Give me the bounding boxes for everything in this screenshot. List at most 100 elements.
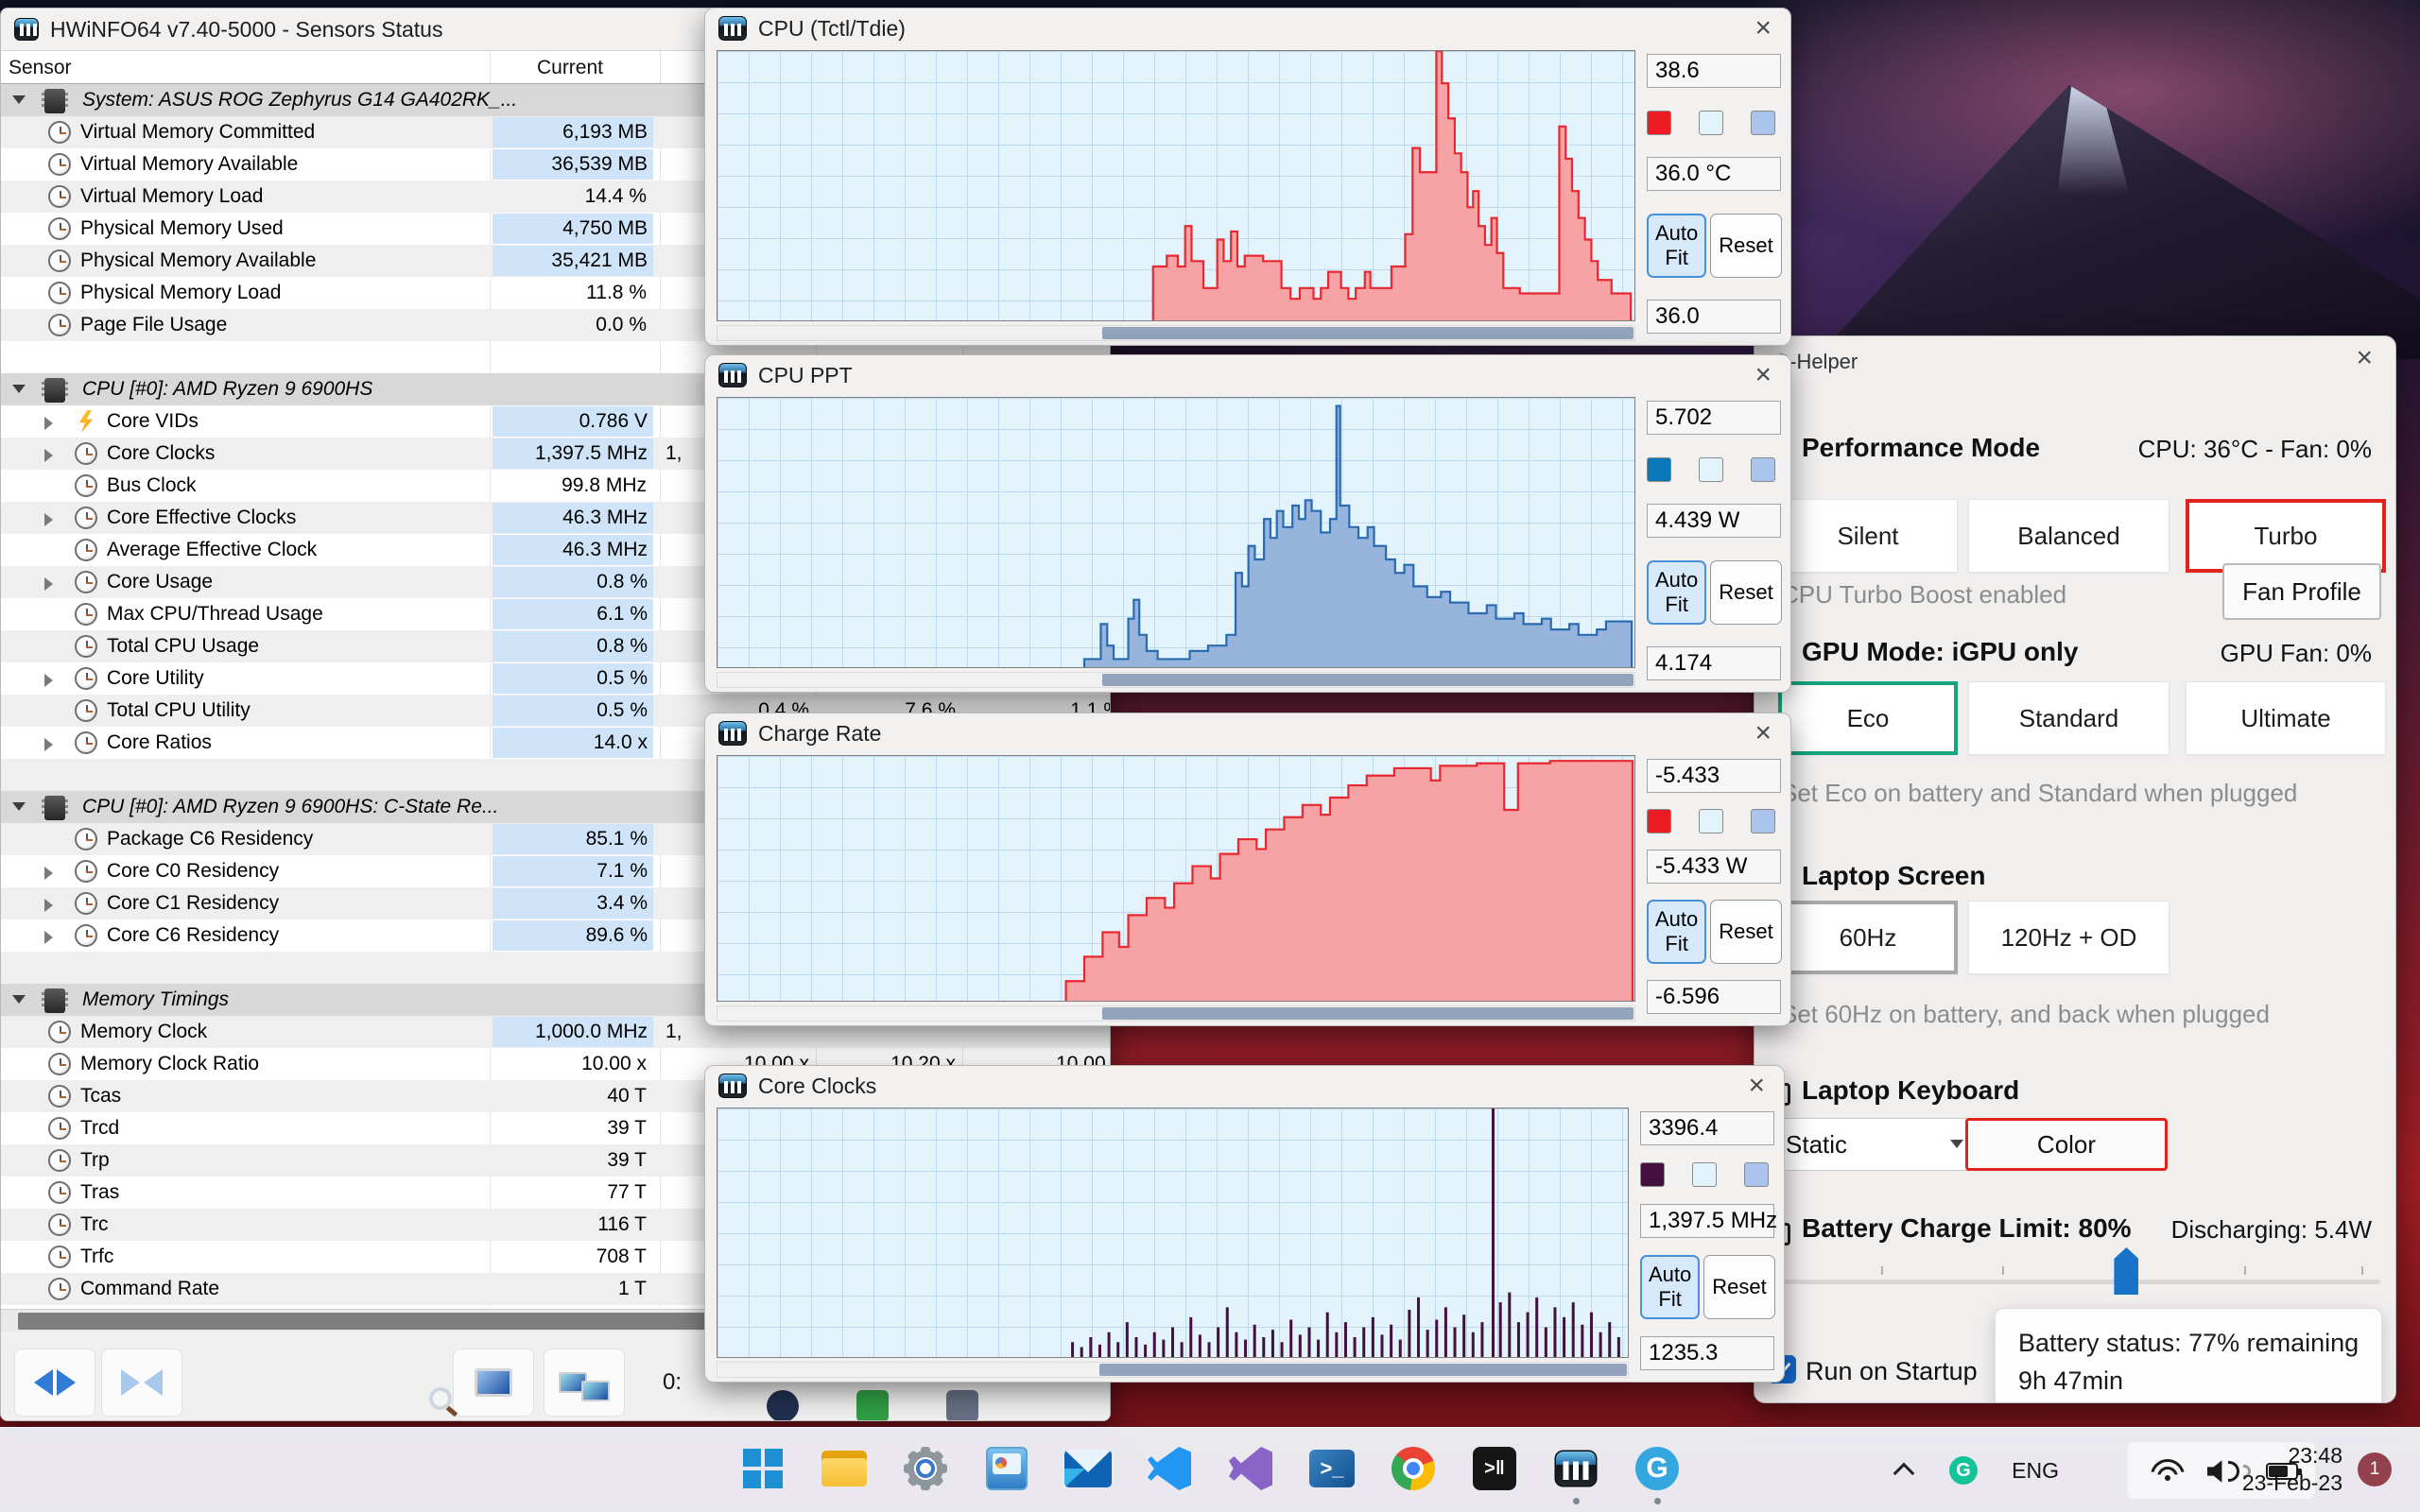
series-color-swatch[interactable]: [1640, 1162, 1665, 1187]
grid-color-swatch[interactable]: [1744, 1162, 1769, 1187]
taskbar-icon-terminal[interactable]: >ǁ: [1467, 1441, 1522, 1496]
sensor-value-highlighted: 0.8 %: [493, 631, 653, 662]
toolbar-clock-icon[interactable]: [767, 1390, 799, 1420]
battery-limit-slider[interactable]: [1775, 1247, 2380, 1295]
taskbar-icon-visualstudio[interactable]: [1223, 1441, 1278, 1496]
graph-scrollbar[interactable]: [717, 325, 1635, 341]
graph-color-swatches[interactable]: [1647, 456, 1781, 482]
grid-color-swatch[interactable]: [1751, 110, 1775, 135]
graph-max-value: 5.702: [1647, 401, 1781, 435]
perf-mode-silent-button[interactable]: Silent: [1778, 499, 1958, 573]
series-color-swatch[interactable]: [1647, 809, 1671, 833]
graph-plot-area[interactable]: [717, 755, 1635, 1002]
auto-fit-button[interactable]: Auto Fit: [1647, 213, 1707, 278]
keyboard-backlight-dropdown[interactable]: Static: [1775, 1118, 1978, 1171]
toolbar-settings-icon[interactable]: [946, 1390, 978, 1420]
grid-color-swatch[interactable]: [1751, 456, 1775, 482]
expand-chevron-icon[interactable]: [12, 385, 26, 393]
perf-mode-balanced-button[interactable]: Balanced: [1968, 499, 2169, 573]
graph-plot-area[interactable]: [717, 50, 1635, 321]
background-color-swatch[interactable]: [1699, 456, 1723, 482]
expand-chevron-icon[interactable]: [44, 513, 53, 526]
column-header-current[interactable]: Current: [490, 57, 631, 79]
expand-chevron-icon[interactable]: [44, 449, 53, 462]
system-summary-button[interactable]: [429, 1349, 534, 1417]
graph-close-icon[interactable]: ×: [1749, 361, 1777, 389]
taskbar-icon-ghelper[interactable]: G: [1630, 1441, 1685, 1504]
expand-chevron-icon[interactable]: [44, 899, 53, 912]
keyboard-color-button[interactable]: Color: [1965, 1118, 2168, 1171]
expand-chevron-icon[interactable]: [12, 802, 26, 811]
auto-fit-button[interactable]: Auto Fit: [1647, 559, 1707, 625]
expand-chevron-icon[interactable]: [44, 417, 53, 430]
expand-chevron-icon[interactable]: [44, 674, 53, 687]
sensor-value-highlighted: 0.8 %: [493, 567, 653, 597]
taskbar-icon-powershell[interactable]: >_: [1305, 1441, 1359, 1496]
taskbar-icon-hwinfo[interactable]: [1548, 1441, 1603, 1504]
graph-close-icon[interactable]: ×: [1749, 719, 1777, 747]
graph-scrollbar[interactable]: [717, 1005, 1635, 1022]
series-color-swatch[interactable]: [1647, 110, 1671, 135]
perf-mode-turbo-button[interactable]: Turbo: [2186, 499, 2386, 573]
expand-chevron-icon[interactable]: [44, 931, 53, 944]
graph-color-swatches[interactable]: [1647, 809, 1781, 833]
fan-profile-button[interactable]: Fan Profile: [2222, 563, 2381, 620]
auto-fit-button[interactable]: Auto Fit: [1640, 1255, 1701, 1319]
expand-chevron-icon[interactable]: [44, 738, 53, 751]
battery-limit-slider-handle[interactable]: [2114, 1247, 2139, 1295]
taskbar-icon-start[interactable]: [735, 1441, 790, 1496]
gpu-mode-ultimate-button[interactable]: Ultimate: [2186, 681, 2386, 755]
taskbar-icon-explorer[interactable]: [817, 1441, 872, 1496]
gpu-mode-eco-button[interactable]: Eco: [1778, 681, 1958, 755]
background-color-swatch[interactable]: [1692, 1162, 1717, 1187]
screen-120hz-button[interactable]: 120Hz + OD: [1968, 901, 2169, 974]
series-color-swatch[interactable]: [1647, 456, 1671, 482]
ghelper-close-icon[interactable]: ×: [2350, 344, 2378, 372]
auto-fit-button[interactable]: Auto Fit: [1647, 900, 1707, 964]
graph-scrollbar[interactable]: [717, 1362, 1629, 1378]
graph-plot-area[interactable]: [717, 1108, 1629, 1358]
taskbar-icon-vscode[interactable]: [1142, 1441, 1197, 1496]
grammarly-tray-icon[interactable]: G: [1949, 1456, 1978, 1485]
clock-icon: [75, 442, 97, 465]
graph-scrollbar[interactable]: [717, 672, 1635, 688]
tray-clock[interactable]: 23:48 23-Feb-23: [2242, 1442, 2342, 1497]
sensor-value-highlighted: 0.5 %: [493, 696, 653, 726]
graph-color-swatches[interactable]: [1640, 1162, 1774, 1187]
sensor-label: Virtual Memory Load: [80, 185, 264, 207]
clock-icon: [75, 667, 97, 690]
taskbar-icon-chrome[interactable]: [1386, 1441, 1441, 1496]
taskbar-icon-monitor[interactable]: [979, 1441, 1034, 1496]
sensor-label: System: ASUS ROG Zephyrus G14 GA402RK_..…: [82, 89, 518, 111]
taskbar-icon-mail[interactable]: [1061, 1441, 1115, 1496]
reset-button[interactable]: Reset: [1710, 213, 1782, 278]
expand-chevron-icon[interactable]: [44, 867, 53, 880]
clock-icon: [48, 1213, 71, 1236]
column-header-sensor[interactable]: Sensor: [9, 57, 72, 79]
expand-columns-button[interactable]: [14, 1349, 95, 1417]
expand-chevron-icon[interactable]: [44, 577, 53, 591]
collapse-columns-button[interactable]: [101, 1349, 182, 1417]
expand-chevron-icon[interactable]: [12, 95, 26, 104]
expand-chevron-icon[interactable]: [12, 995, 26, 1004]
taskbar-icon-settings[interactable]: [898, 1441, 953, 1496]
screen-60hz-button[interactable]: 60Hz: [1778, 901, 1958, 974]
background-color-swatch[interactable]: [1699, 809, 1723, 833]
grid-color-swatch[interactable]: [1751, 809, 1775, 833]
tray-show-hidden-icons[interactable]: [1893, 1462, 1915, 1485]
graph-color-swatches[interactable]: [1647, 110, 1781, 135]
graph-close-icon[interactable]: ×: [1742, 1072, 1771, 1100]
graph-plot-area[interactable]: [717, 397, 1635, 668]
notification-badge[interactable]: 1: [2358, 1452, 2392, 1486]
toolbar-chart-icon[interactable]: [856, 1390, 889, 1420]
remote-monitoring-button[interactable]: [544, 1349, 625, 1417]
graph-close-icon[interactable]: ×: [1749, 14, 1777, 43]
bolt-icon: [78, 410, 94, 433]
language-indicator[interactable]: ENG: [2012, 1458, 2059, 1484]
reset-button[interactable]: Reset: [1703, 1255, 1775, 1319]
reset-button[interactable]: Reset: [1710, 900, 1782, 964]
reset-button[interactable]: Reset: [1710, 559, 1782, 625]
clock-icon: [48, 1246, 71, 1268]
gpu-mode-standard-button[interactable]: Standard: [1968, 681, 2169, 755]
background-color-swatch[interactable]: [1699, 110, 1723, 135]
